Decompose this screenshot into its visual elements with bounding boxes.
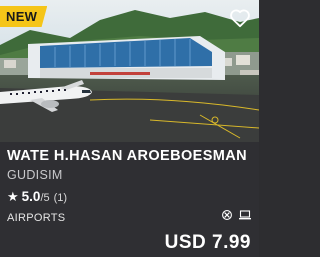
- pc-icon: [239, 210, 251, 220]
- rating-out-of: /5: [40, 192, 50, 204]
- rating: ★ 5.0 /5 (1): [7, 189, 67, 205]
- star-icon: ★: [7, 189, 19, 204]
- product-title[interactable]: WATE H.HASAN AROEBOESMAN: [7, 148, 255, 164]
- rating-score: 5.0: [21, 189, 41, 204]
- product-card[interactable]: NEW WATE H.HASAN AROEBOESMAN GUDISIM ★ 5…: [0, 0, 259, 257]
- xbox-icon: [222, 210, 232, 220]
- heart-icon: [230, 9, 250, 28]
- rating-count: (1): [53, 192, 68, 204]
- platform-icons: [222, 210, 251, 220]
- category-label: AIRPORTS: [7, 212, 66, 224]
- price-label: USD 7.99: [164, 232, 251, 253]
- new-badge: NEW: [0, 6, 48, 27]
- wishlist-button[interactable]: [228, 6, 252, 30]
- publisher-name[interactable]: GUDISIM: [7, 168, 63, 182]
